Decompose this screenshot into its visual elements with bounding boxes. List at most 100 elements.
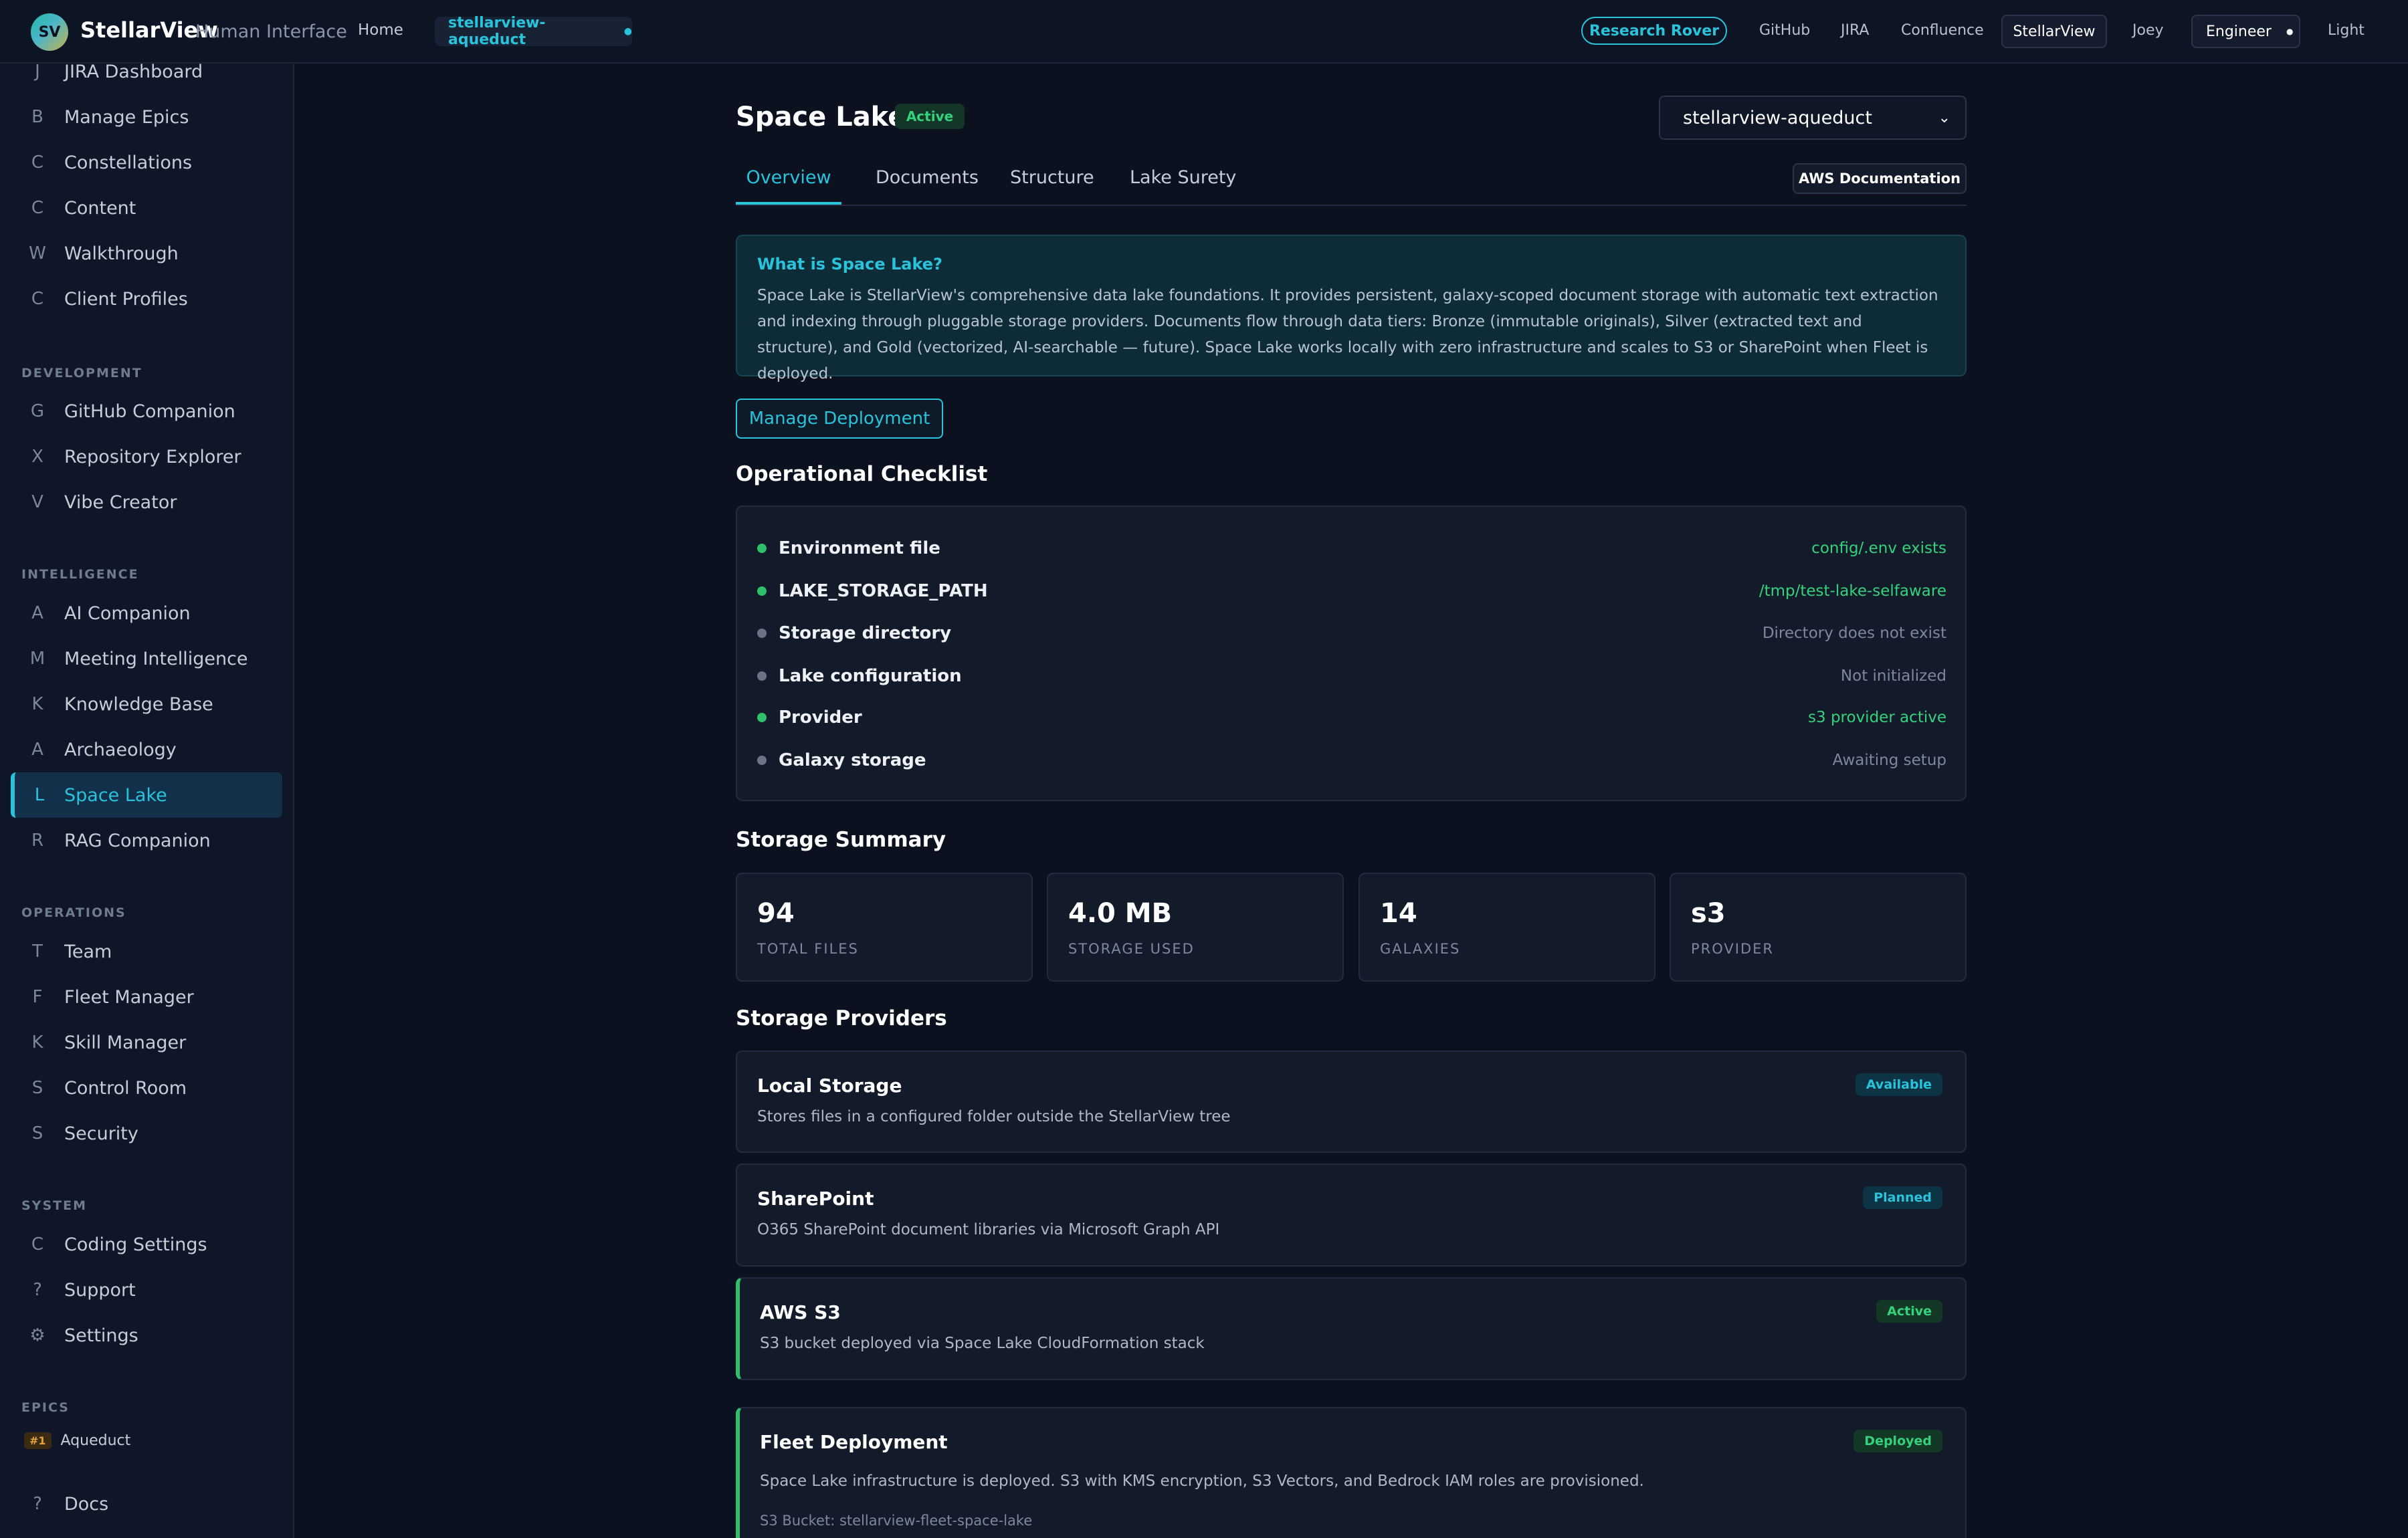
status-dot-icon xyxy=(757,629,767,638)
deployment-select-value: stellarview-aqueduct xyxy=(1683,107,1872,128)
sidebar-item-label: JIRA Dashboard xyxy=(64,64,203,82)
checklist-row: Galaxy storage Awaiting setup xyxy=(757,747,1946,774)
sidebar-item-archaeology[interactable]: A Archaeology xyxy=(11,727,282,772)
sidebar-section-operations: OPERATIONS xyxy=(21,905,126,920)
fleet-bucket: S3 Bucket: stellarview-fleet-space-lake xyxy=(760,1513,1033,1529)
sidebar-epic-aqueduct[interactable]: #1 Aqueduct xyxy=(24,1432,130,1449)
stat-card-storage-used: 4.0 MB STORAGE USED xyxy=(1047,873,1344,982)
sidebar-item-coding-settings[interactable]: C Coding Settings xyxy=(11,1222,282,1267)
sidebar-item-manage-epics[interactable]: B Manage Epics xyxy=(11,94,282,140)
aws-documentation-button[interactable]: AWS Documentation xyxy=(1793,163,1967,194)
sidebar-item-client-profiles[interactable]: C Client Profiles xyxy=(11,276,282,322)
sidebar-item-meeting-intelligence[interactable]: M Meeting Intelligence xyxy=(11,636,282,681)
manage-deployment-button[interactable]: Manage Deployment xyxy=(736,399,943,439)
research-rover-button[interactable]: Research Rover xyxy=(1581,17,1727,45)
sidebar-item-label: Space Lake xyxy=(64,784,167,806)
provider-description: Stores files in a configured folder outs… xyxy=(757,1108,1231,1125)
sidebar-item-github-companion[interactable]: G GitHub Companion xyxy=(11,389,282,434)
sidebar-item-icon: A xyxy=(31,740,43,760)
role-select[interactable]: Engineer ● xyxy=(2191,15,2300,48)
sidebar-item-label: Walkthrough xyxy=(64,243,179,264)
user-name[interactable]: Joey xyxy=(2132,22,2164,39)
sidebar-item-icon: T xyxy=(32,942,43,962)
logo-icon[interactable]: SV xyxy=(31,13,68,51)
tab-documents[interactable]: Documents xyxy=(876,167,979,205)
nav-link-github[interactable]: GitHub xyxy=(1759,22,1810,39)
top-bar: SV StellarView Human Interface Home stel… xyxy=(0,0,2408,64)
tab-lake-surety[interactable]: Lake Surety xyxy=(1130,167,1236,205)
tab-overview[interactable]: Overview xyxy=(736,167,841,205)
sidebar-item-walkthrough[interactable]: W Walkthrough xyxy=(11,231,282,276)
page-title: Space Lake xyxy=(736,102,906,132)
provider-card-local-storage[interactable]: Local Storage Stores files in a configur… xyxy=(736,1051,1967,1153)
nav-link-jira[interactable]: JIRA xyxy=(1841,22,1869,39)
sidebar-item-docs[interactable]: ? Docs xyxy=(11,1481,282,1527)
status-dot-icon xyxy=(757,756,767,765)
stat-label: GALAXIES xyxy=(1380,941,1461,957)
storage-providers-heading: Storage Providers xyxy=(736,1006,947,1030)
sidebar-item-control-room[interactable]: S Control Room xyxy=(11,1065,282,1111)
sidebar-item-ai-companion[interactable]: A AI Companion xyxy=(11,590,282,636)
checklist-row: Storage directory Directory does not exi… xyxy=(757,620,1946,647)
sidebar-item-label: Client Profiles xyxy=(64,288,188,310)
sidebar-item-skill-manager[interactable]: K Skill Manager xyxy=(11,1020,282,1065)
sidebar-item-label: Archaeology xyxy=(64,739,177,760)
sidebar-item-knowledge-base[interactable]: K Knowledge Base xyxy=(11,681,282,727)
stat-card-total-files: 94 TOTAL FILES xyxy=(736,873,1033,982)
tab-bar: Overview Documents Structure Lake Surety xyxy=(736,159,1967,206)
sidebar-item-security[interactable]: S Security xyxy=(11,1111,282,1156)
stat-label: TOTAL FILES xyxy=(757,941,859,957)
info-callout: What is Space Lake? Space Lake is Stella… xyxy=(736,235,1967,382)
sidebar-item-icon: ? xyxy=(33,1494,42,1514)
sidebar-item-label: Content xyxy=(64,197,136,219)
sidebar-section-epics: EPICS xyxy=(21,1400,70,1415)
sidebar-item-label: Vibe Creator xyxy=(64,491,177,513)
provider-title: Local Storage xyxy=(757,1075,902,1097)
deployment-select[interactable]: stellarview-aqueduct ⌄ xyxy=(1659,96,1967,140)
stat-value: 14 xyxy=(1380,898,1417,929)
tab-structure[interactable]: Structure xyxy=(1010,167,1094,205)
sidebar-item-fleet-manager[interactable]: F Fleet Manager xyxy=(11,974,282,1020)
chevron-down-icon: ⌄ xyxy=(1938,109,1950,126)
sidebar-item-icon: J xyxy=(35,64,40,82)
sidebar-item-icon: S xyxy=(31,1078,43,1098)
role-select-label: Engineer xyxy=(2206,23,2272,40)
sidebar-item-icon: R xyxy=(31,831,44,851)
checklist-row: LAKE_STORAGE_PATH /tmp/test-lake-selfawa… xyxy=(757,578,1946,605)
sidebar-section-development: DEVELOPMENT xyxy=(21,366,142,380)
brand-subtitle: Human Interface xyxy=(195,21,347,42)
project-switcher[interactable]: stellarview-aqueduct ● xyxy=(435,15,632,48)
sidebar-item-repository-explorer[interactable]: X Repository Explorer xyxy=(11,434,282,479)
sidebar-item-icon: A xyxy=(31,603,43,623)
nav-link-stellarview[interactable]: StellarView xyxy=(2001,15,2107,48)
theme-toggle[interactable]: Light xyxy=(2328,22,2365,39)
status-dot-icon xyxy=(757,671,767,681)
sidebar-item-icon: M xyxy=(29,649,45,669)
sidebar-item-support[interactable]: ? Support xyxy=(11,1267,282,1313)
provider-card-sharepoint[interactable]: SharePoint O365 SharePoint document libr… xyxy=(736,1164,1967,1267)
sidebar-item-icon: S xyxy=(31,1123,43,1143)
sidebar-item-constellations[interactable]: C Constellations xyxy=(11,140,282,185)
sidebar-item-space-lake[interactable]: L Space Lake xyxy=(11,772,282,818)
provider-status-badge: Active xyxy=(1876,1300,1942,1323)
sidebar-item-icon: X xyxy=(31,447,43,467)
sidebar-item-icon: V xyxy=(31,492,43,512)
status-dot-icon xyxy=(757,586,767,596)
sidebar-section-intelligence: INTELLIGENCE xyxy=(21,567,139,582)
checklist-item-name: Storage directory xyxy=(779,623,952,643)
sidebar-item-settings[interactable]: ⚙ Settings xyxy=(11,1313,282,1358)
storage-summary-heading: Storage Summary xyxy=(736,828,946,852)
sidebar-item-content[interactable]: C Content xyxy=(11,185,282,231)
sidebar-item-vibe-creator[interactable]: V Vibe Creator xyxy=(11,479,282,525)
nav-link-confluence[interactable]: Confluence xyxy=(1901,22,1984,39)
sidebar-item-label: RAG Companion xyxy=(64,830,211,851)
provider-card-aws-s3[interactable]: AWS S3 S3 bucket deployed via Space Lake… xyxy=(736,1277,1967,1380)
sidebar-item-label: Skill Manager xyxy=(64,1032,187,1053)
dropdown-dot-icon: ● xyxy=(623,26,632,37)
sidebar-item-rag-companion[interactable]: R RAG Companion xyxy=(11,818,282,863)
nav-home-link[interactable]: Home xyxy=(358,21,403,39)
sidebar-item-jira-dashboard[interactable]: J JIRA Dashboard xyxy=(11,64,282,94)
checklist-item-name: LAKE_STORAGE_PATH xyxy=(779,581,988,601)
sidebar-item-label: Fleet Manager xyxy=(64,986,194,1008)
sidebar-item-team[interactable]: T Team xyxy=(11,929,282,974)
